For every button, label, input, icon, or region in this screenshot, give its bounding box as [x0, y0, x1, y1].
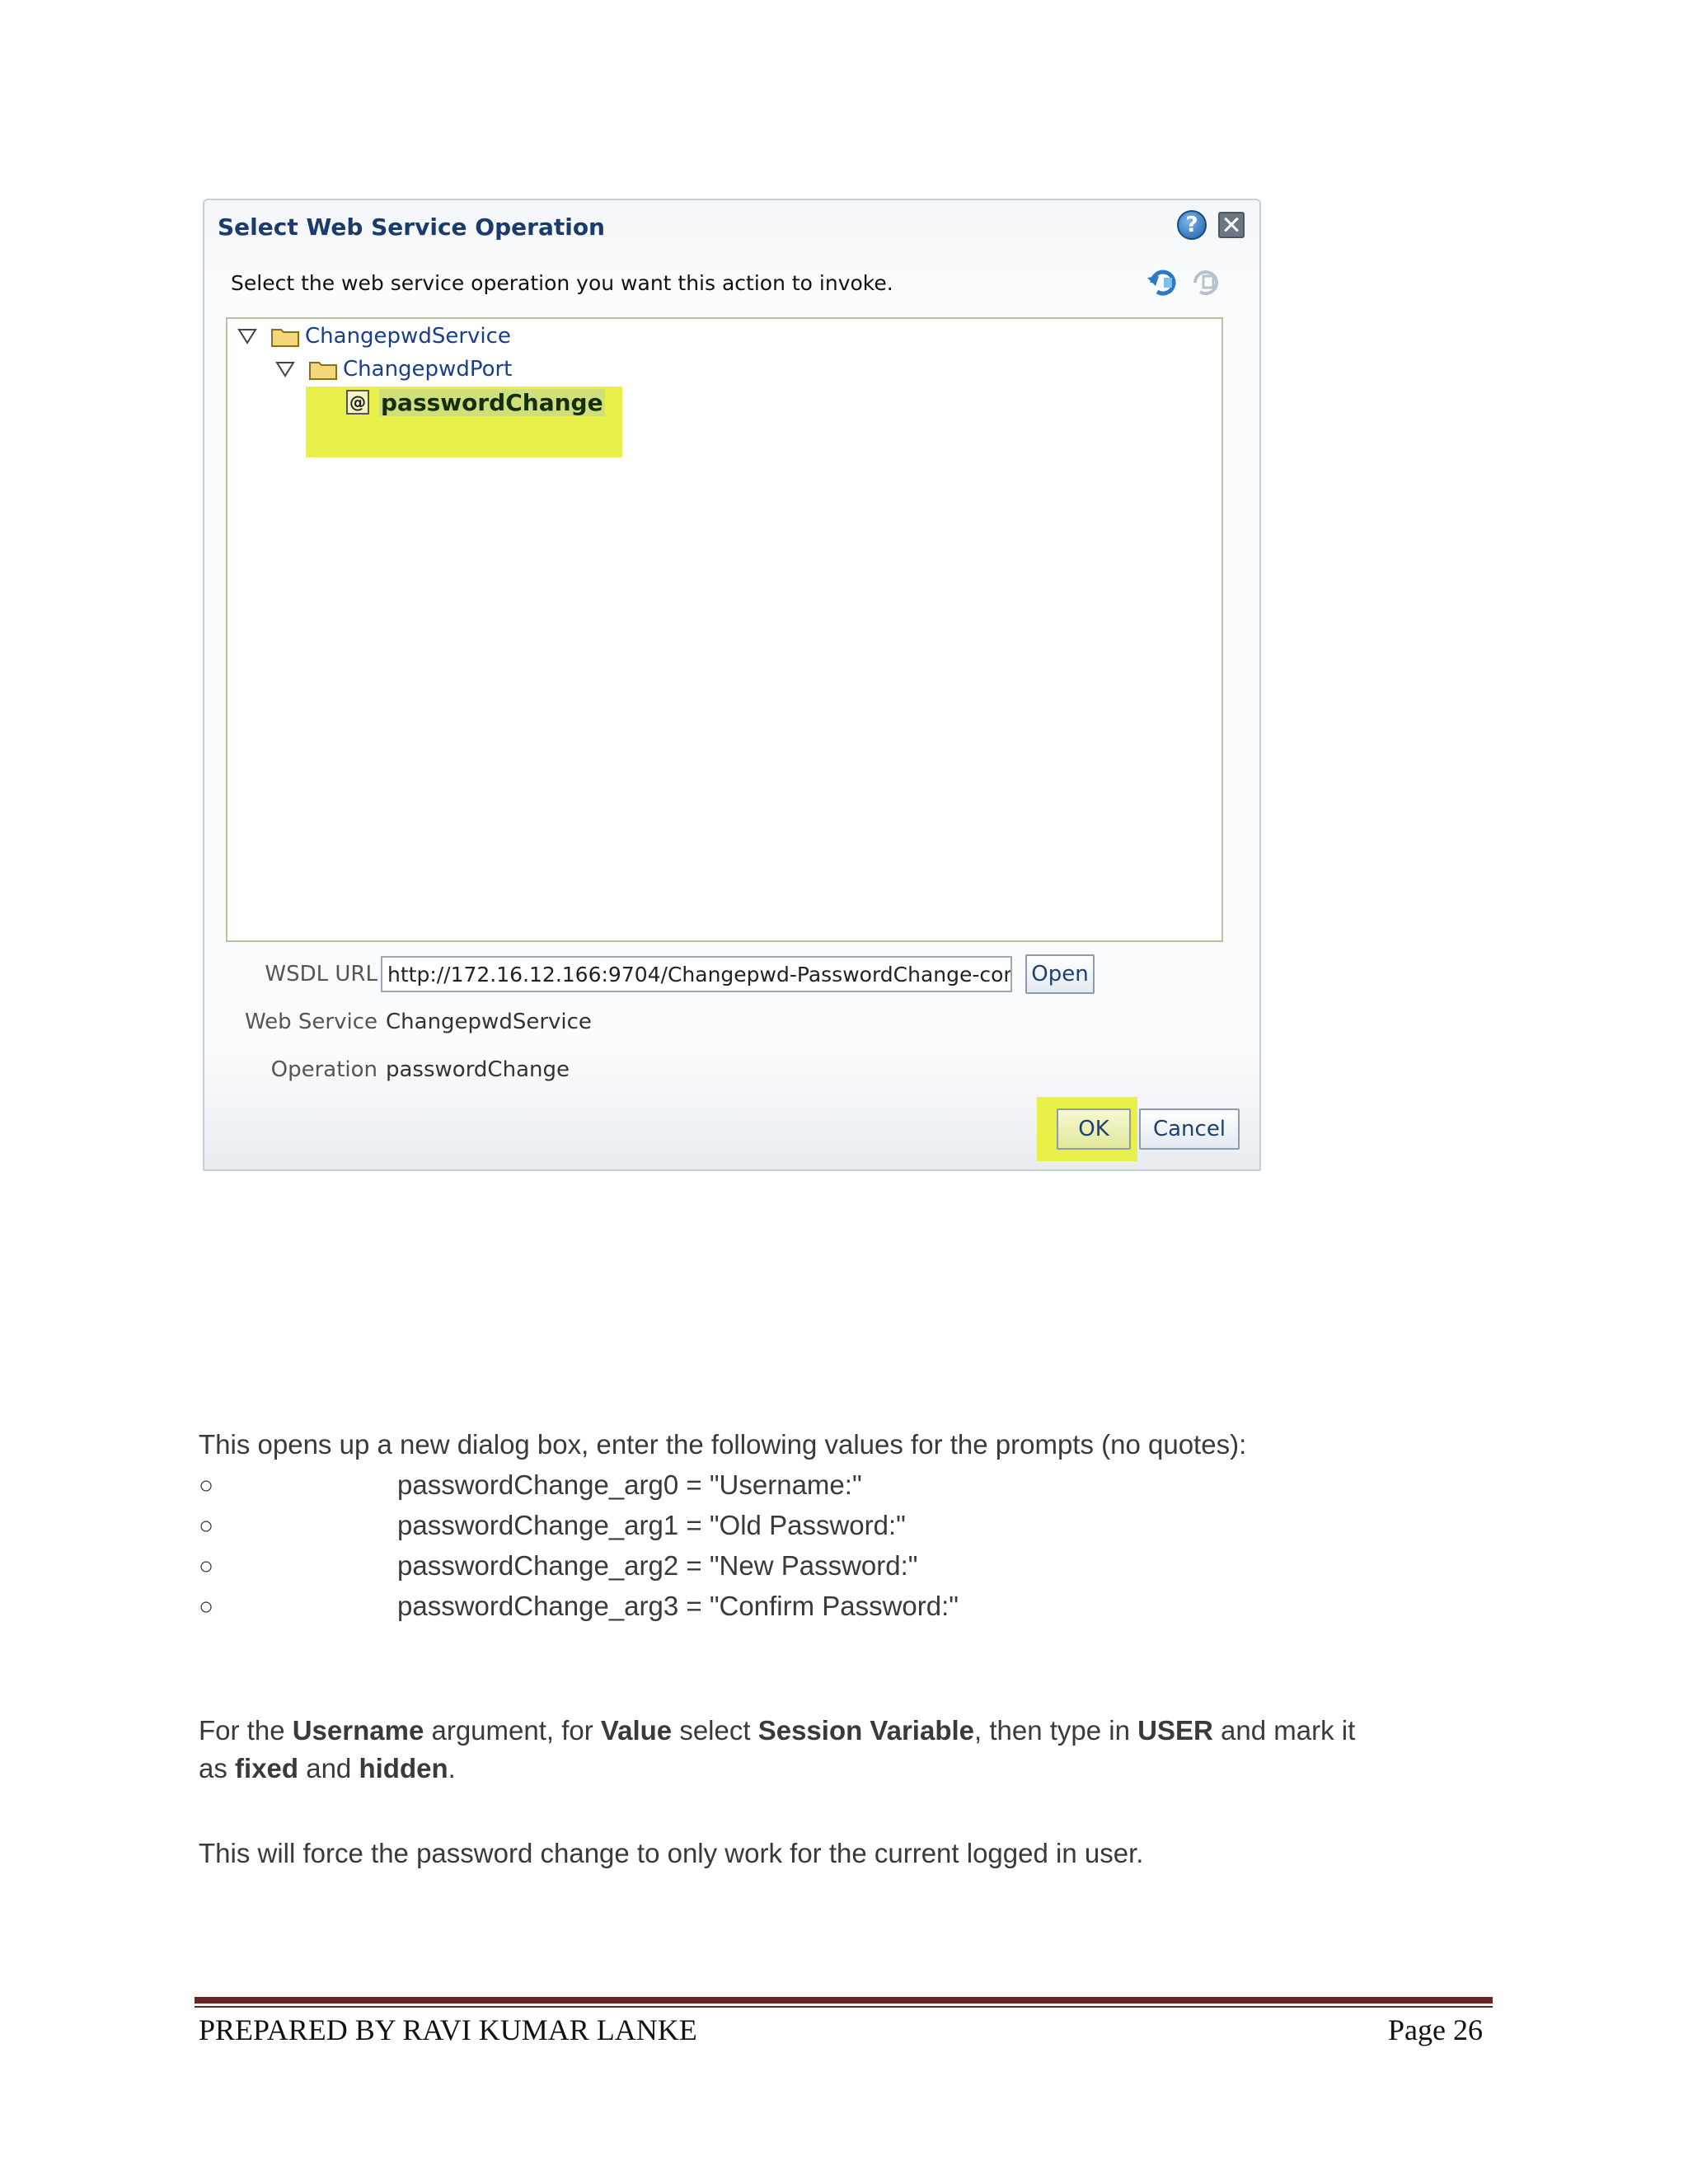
- select-web-service-operation-dialog: Select Web Service Operation ? Select th…: [203, 199, 1261, 1171]
- web-service-label: Web Service: [244, 1010, 377, 1034]
- tree-node-service[interactable]: ChangepwdService: [236, 322, 511, 350]
- emphasis-fixed: fixed: [235, 1753, 299, 1783]
- expand-triangle-icon[interactable]: [236, 325, 259, 348]
- emphasis-username: Username: [292, 1715, 424, 1746]
- bullet-item: passwordChange_arg1 = "Old Password:": [397, 1510, 906, 1540]
- folder-icon: [309, 362, 337, 380]
- bullet-symbol: ○: [199, 1472, 214, 1499]
- footer-rule-thin: [195, 2006, 1493, 2008]
- refresh-disabled-icon: [1193, 270, 1218, 295]
- emphasis-user: USER: [1137, 1715, 1213, 1746]
- web-service-value: ChangepwdService: [386, 1010, 592, 1034]
- username-paragraph-line2: as fixed and hidden.: [199, 1753, 456, 1783]
- close-icon[interactable]: [1218, 212, 1245, 238]
- closing-paragraph: This will force the password change to o…: [199, 1838, 1144, 1868]
- emphasis-value: Value: [600, 1715, 673, 1746]
- operation-value: passwordChange: [386, 1057, 570, 1082]
- tree-node-operation[interactable]: @ passwordChange: [346, 388, 605, 416]
- wsdl-url-input[interactable]: http://172.16.12.166:9704/Changepwd-Pass…: [381, 956, 1012, 992]
- folder-icon: [271, 329, 299, 347]
- cancel-button[interactable]: Cancel: [1139, 1108, 1240, 1150]
- ok-button[interactable]: OK: [1057, 1108, 1131, 1150]
- tree-label-service: ChangepwdService: [305, 324, 511, 349]
- footer-author: PREPARED BY RAVI KUMAR LANKE: [199, 2013, 697, 2046]
- refresh-icon[interactable]: [1146, 266, 1180, 299]
- dialog-instruction: Select the web service operation you wan…: [231, 271, 893, 295]
- tree-label-port: ChangepwdPort: [343, 357, 513, 382]
- bullet-symbol: ○: [199, 1593, 214, 1620]
- help-icon[interactable]: ?: [1177, 210, 1207, 240]
- dialog-title: Select Web Service Operation: [218, 213, 605, 241]
- open-button[interactable]: Open: [1025, 954, 1095, 994]
- bullet-symbol: ○: [199, 1512, 214, 1540]
- emphasis-hidden: hidden: [359, 1753, 448, 1783]
- wsdl-url-label: WSDL URL: [265, 962, 377, 987]
- footer-page-number: Page 26: [1388, 2013, 1483, 2046]
- bullet-item: passwordChange_arg3 = "Confirm Password:…: [397, 1591, 959, 1621]
- emphasis-session-variable: Session Variable: [757, 1715, 975, 1746]
- operation-label: Operation: [270, 1057, 377, 1082]
- tree-node-port[interactable]: ChangepwdPort: [274, 355, 512, 383]
- operation-tree: ChangepwdService ChangepwdPort @ passwor…: [226, 317, 1223, 942]
- footer-rule: [195, 1997, 1493, 2004]
- username-paragraph-line1: For the Username argument, for Value sel…: [199, 1715, 1356, 1746]
- bullet-item: passwordChange_arg0 = "Username:": [397, 1469, 862, 1500]
- expand-triangle-icon[interactable]: [274, 358, 297, 381]
- intro-paragraph: This opens up a new dialog box, enter th…: [199, 1429, 1247, 1460]
- bullet-symbol: ○: [199, 1553, 214, 1580]
- tree-label-operation: passwordChange: [379, 388, 605, 416]
- operation-icon: @: [346, 390, 369, 415]
- bullet-item: passwordChange_arg2 = "New Password:": [397, 1550, 918, 1581]
